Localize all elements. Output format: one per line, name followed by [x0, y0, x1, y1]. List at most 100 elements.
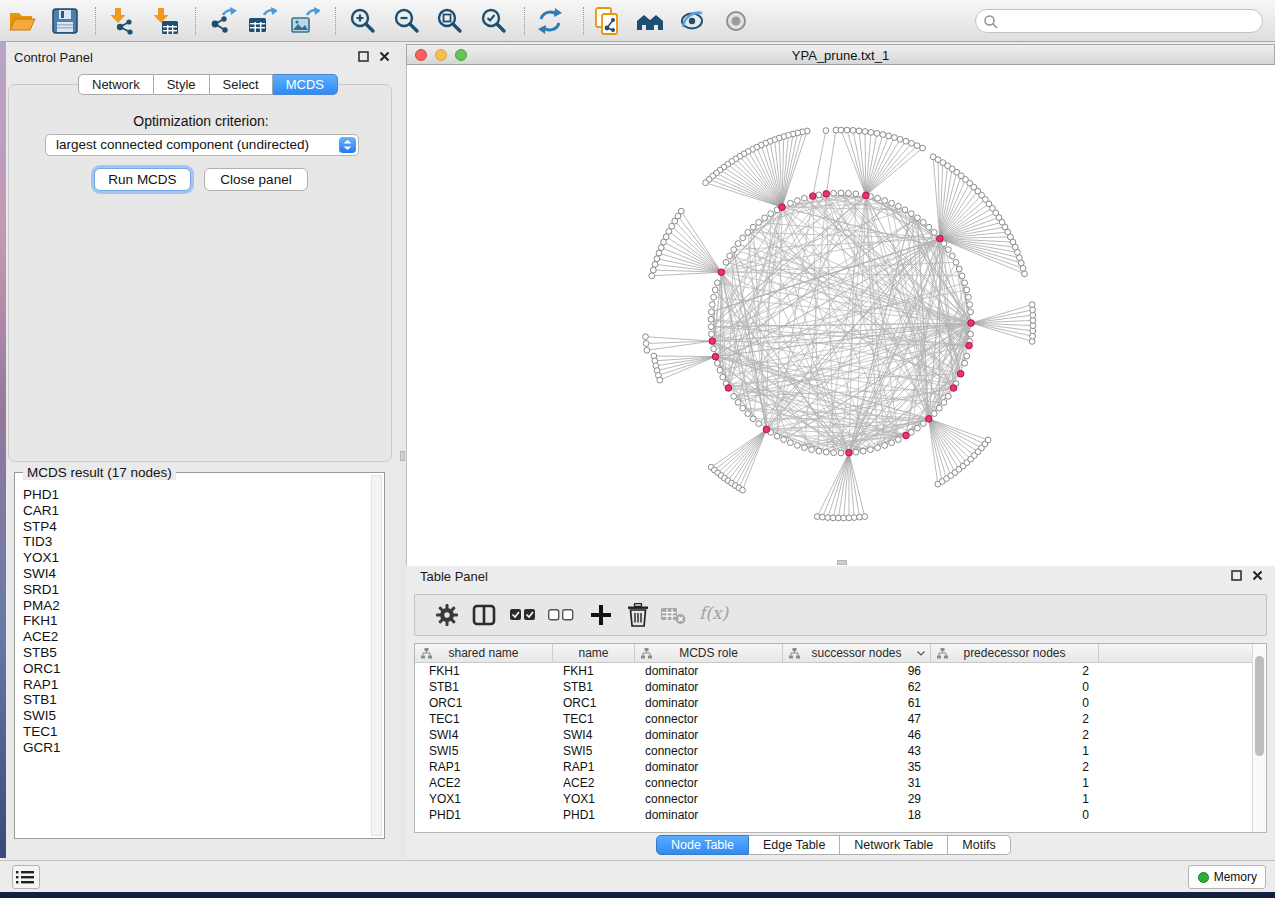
close-panel-button[interactable]: Close panel	[204, 168, 308, 191]
table-row[interactable]: RAP1RAP1dominator352	[415, 759, 1252, 775]
table-row[interactable]: ACE2ACE2connector311	[415, 775, 1252, 791]
zoom-out-icon[interactable]	[392, 6, 422, 36]
table-cell: 29	[783, 791, 931, 807]
network-manager-icon[interactable]	[635, 6, 665, 36]
export-image-icon[interactable]	[290, 6, 320, 36]
tab-node-table[interactable]: Node Table	[656, 835, 749, 855]
tab-motifs[interactable]: Motifs	[948, 835, 1010, 855]
task-history-button[interactable]	[12, 865, 40, 889]
table-cell: TEC1	[553, 711, 635, 727]
mcds-result-box: MCDS result (17 nodes) PHD1CAR1STP4TID3Y…	[14, 472, 385, 839]
network-titlebar[interactable]: YPA_prune.txt_1	[406, 44, 1275, 65]
mcds-result-item[interactable]: YOX1	[23, 550, 368, 566]
delete-table-icon[interactable]	[661, 607, 687, 629]
import-network-icon[interactable]	[107, 6, 137, 36]
zoom-in-icon[interactable]	[348, 6, 378, 36]
show-column-icon[interactable]	[472, 603, 496, 631]
mcds-result-item[interactable]: TID3	[23, 534, 368, 550]
search-input[interactable]	[975, 9, 1263, 33]
mcds-result-item[interactable]: CAR1	[23, 503, 368, 519]
tab-select[interactable]: Select	[210, 74, 273, 95]
table-cell: ACE2	[553, 775, 635, 791]
close-panel-icon[interactable]	[379, 51, 390, 62]
table-scrollbar[interactable]	[1252, 644, 1266, 832]
open-file-icon[interactable]	[7, 6, 37, 36]
table-row[interactable]: ORC1ORC1dominator610	[415, 695, 1252, 711]
select-all-icon[interactable]	[510, 608, 536, 626]
table-row[interactable]: YOX1YOX1connector291	[415, 791, 1252, 807]
table-row[interactable]: STB1STB1dominator620	[415, 679, 1252, 695]
memory-button[interactable]: Memory	[1188, 865, 1266, 889]
table-panel-title: Table Panel	[420, 569, 488, 584]
memory-status-icon	[1198, 872, 1209, 883]
mcds-result-item[interactable]: PHD1	[23, 487, 368, 503]
network-view[interactable]	[406, 65, 1275, 566]
show-details-icon[interactable]	[722, 6, 752, 36]
table-cell: 46	[783, 727, 931, 743]
table-row[interactable]: PHD1PHD1dominator180	[415, 807, 1252, 823]
clone-network-icon[interactable]	[592, 6, 622, 36]
zoom-selected-icon[interactable]	[479, 6, 509, 36]
refresh-icon[interactable]	[535, 6, 565, 36]
column-header-mcds-role[interactable]: MCDS role	[635, 644, 783, 663]
table-cell: connector	[635, 775, 783, 791]
table-cell: STB1	[415, 679, 553, 695]
close-table-panel-icon[interactable]	[1252, 570, 1263, 581]
deselect-all-icon[interactable]	[548, 608, 574, 626]
tab-edge-table[interactable]: Edge Table	[749, 835, 840, 855]
criterion-dropdown[interactable]: largest connected component (undirected)	[45, 134, 359, 156]
add-column-icon[interactable]	[589, 603, 613, 631]
export-table-icon[interactable]	[247, 6, 277, 36]
float-table-panel-icon[interactable]	[1231, 570, 1242, 581]
mcds-result-item[interactable]: SRD1	[23, 582, 368, 598]
table-cell: 1	[931, 791, 1099, 807]
table-cell: YOX1	[415, 791, 553, 807]
mcds-result-item[interactable]: SWI5	[23, 708, 368, 724]
table-cell: dominator	[635, 663, 783, 679]
dropdown-stepper-icon	[339, 137, 356, 153]
column-header-shared-name[interactable]: shared name	[415, 644, 553, 663]
hide-details-icon[interactable]	[678, 6, 708, 36]
mcds-scrollbar[interactable]	[371, 475, 382, 836]
table-toolbar: f(x)	[414, 594, 1267, 636]
tab-mcds[interactable]: MCDS	[273, 74, 338, 95]
table-cell: SWI5	[415, 743, 553, 759]
table-row[interactable]: SWI4SWI4dominator462	[415, 727, 1252, 743]
import-table-icon[interactable]	[150, 6, 180, 36]
mcds-result-item[interactable]: STB5	[23, 645, 368, 661]
mcds-result-item[interactable]: ORC1	[23, 661, 368, 677]
table-settings-icon[interactable]	[435, 603, 459, 631]
save-session-icon[interactable]	[50, 6, 80, 36]
mcds-result-item[interactable]: FKH1	[23, 613, 368, 629]
column-header-successor-nodes[interactable]: successor nodes	[783, 644, 931, 663]
delete-column-icon[interactable]	[627, 603, 649, 631]
table-row[interactable]: TEC1TEC1connector472	[415, 711, 1252, 727]
table-cell: 96	[783, 663, 931, 679]
column-header-name[interactable]: name	[553, 644, 635, 663]
mcds-result-item[interactable]: ACE2	[23, 629, 368, 645]
mcds-result-item[interactable]: SWI4	[23, 566, 368, 582]
table-cell: SWI5	[553, 743, 635, 759]
mcds-result-item[interactable]: RAP1	[23, 677, 368, 693]
tab-network-table[interactable]: Network Table	[840, 835, 948, 855]
mcds-result-item[interactable]: STB1	[23, 692, 368, 708]
export-network-icon[interactable]	[207, 6, 237, 36]
mcds-result-item[interactable]: GCR1	[23, 740, 368, 756]
run-mcds-button[interactable]: Run MCDS	[94, 168, 191, 191]
shared-column-icon	[421, 648, 432, 659]
table-row[interactable]: FKH1FKH1dominator962	[415, 663, 1252, 679]
table-cell: ORC1	[415, 695, 553, 711]
tab-network[interactable]: Network	[78, 74, 154, 95]
float-panel-icon[interactable]	[358, 51, 369, 62]
control-panel: Control Panel Optimization criterion: Ne…	[6, 42, 400, 860]
tab-style[interactable]: Style	[154, 74, 210, 95]
column-header-predecessor-nodes[interactable]: predecessor nodes	[931, 644, 1099, 663]
mcds-result-item[interactable]: TEC1	[23, 724, 368, 740]
zoom-fit-icon[interactable]	[435, 6, 465, 36]
table-row[interactable]: SWI5SWI5connector431	[415, 743, 1252, 759]
mcds-result-item[interactable]: STP4	[23, 519, 368, 535]
table-cell: 2	[931, 663, 1099, 679]
table-scrollbar-thumb[interactable]	[1255, 656, 1264, 756]
function-builder-icon[interactable]: f(x)	[699, 603, 728, 623]
mcds-result-item[interactable]: PMA2	[23, 598, 368, 614]
